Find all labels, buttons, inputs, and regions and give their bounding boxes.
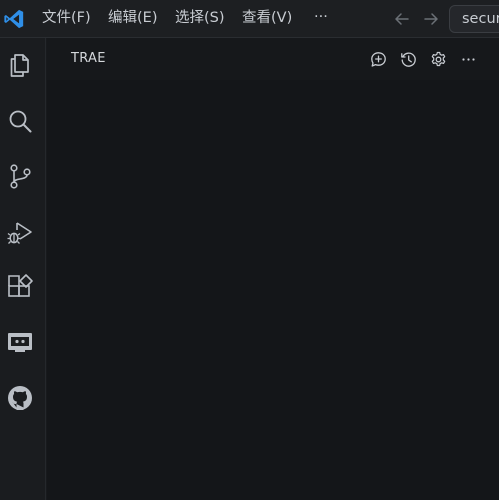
run-debug-icon[interactable] [6,218,34,246]
source-control-icon[interactable] [6,162,34,190]
menu-select[interactable]: 选择(S) [175,9,225,27]
title-bar: 文件(F) 编辑(E) 选择(S) 查看(V) ··· secur [0,0,499,38]
panel-title: TRAE [71,51,106,66]
gear-icon[interactable] [430,51,447,68]
new-chat-icon[interactable] [370,51,387,68]
github-icon[interactable] [6,384,34,412]
files-icon[interactable] [6,51,34,79]
extensions-icon[interactable] [6,273,34,301]
forward-arrow-icon[interactable] [422,10,440,28]
search-icon[interactable] [6,107,34,135]
more-icon[interactable] [460,51,477,68]
trae-panel-header: TRAE [47,38,499,80]
menu-view[interactable]: 查看(V) [242,9,292,27]
remote-explorer-icon[interactable] [6,328,34,356]
trae-panel-content [47,80,499,500]
activity-bar [0,38,46,500]
menu-more-button[interactable]: ··· [314,8,328,26]
command-search-box[interactable]: secur [449,5,499,33]
history-icon[interactable] [400,51,417,68]
back-arrow-icon[interactable] [393,10,411,28]
vscode-logo-icon[interactable] [3,8,25,30]
menu-edit[interactable]: 编辑(E) [108,9,157,27]
menu-file[interactable]: 文件(F) [42,9,91,27]
